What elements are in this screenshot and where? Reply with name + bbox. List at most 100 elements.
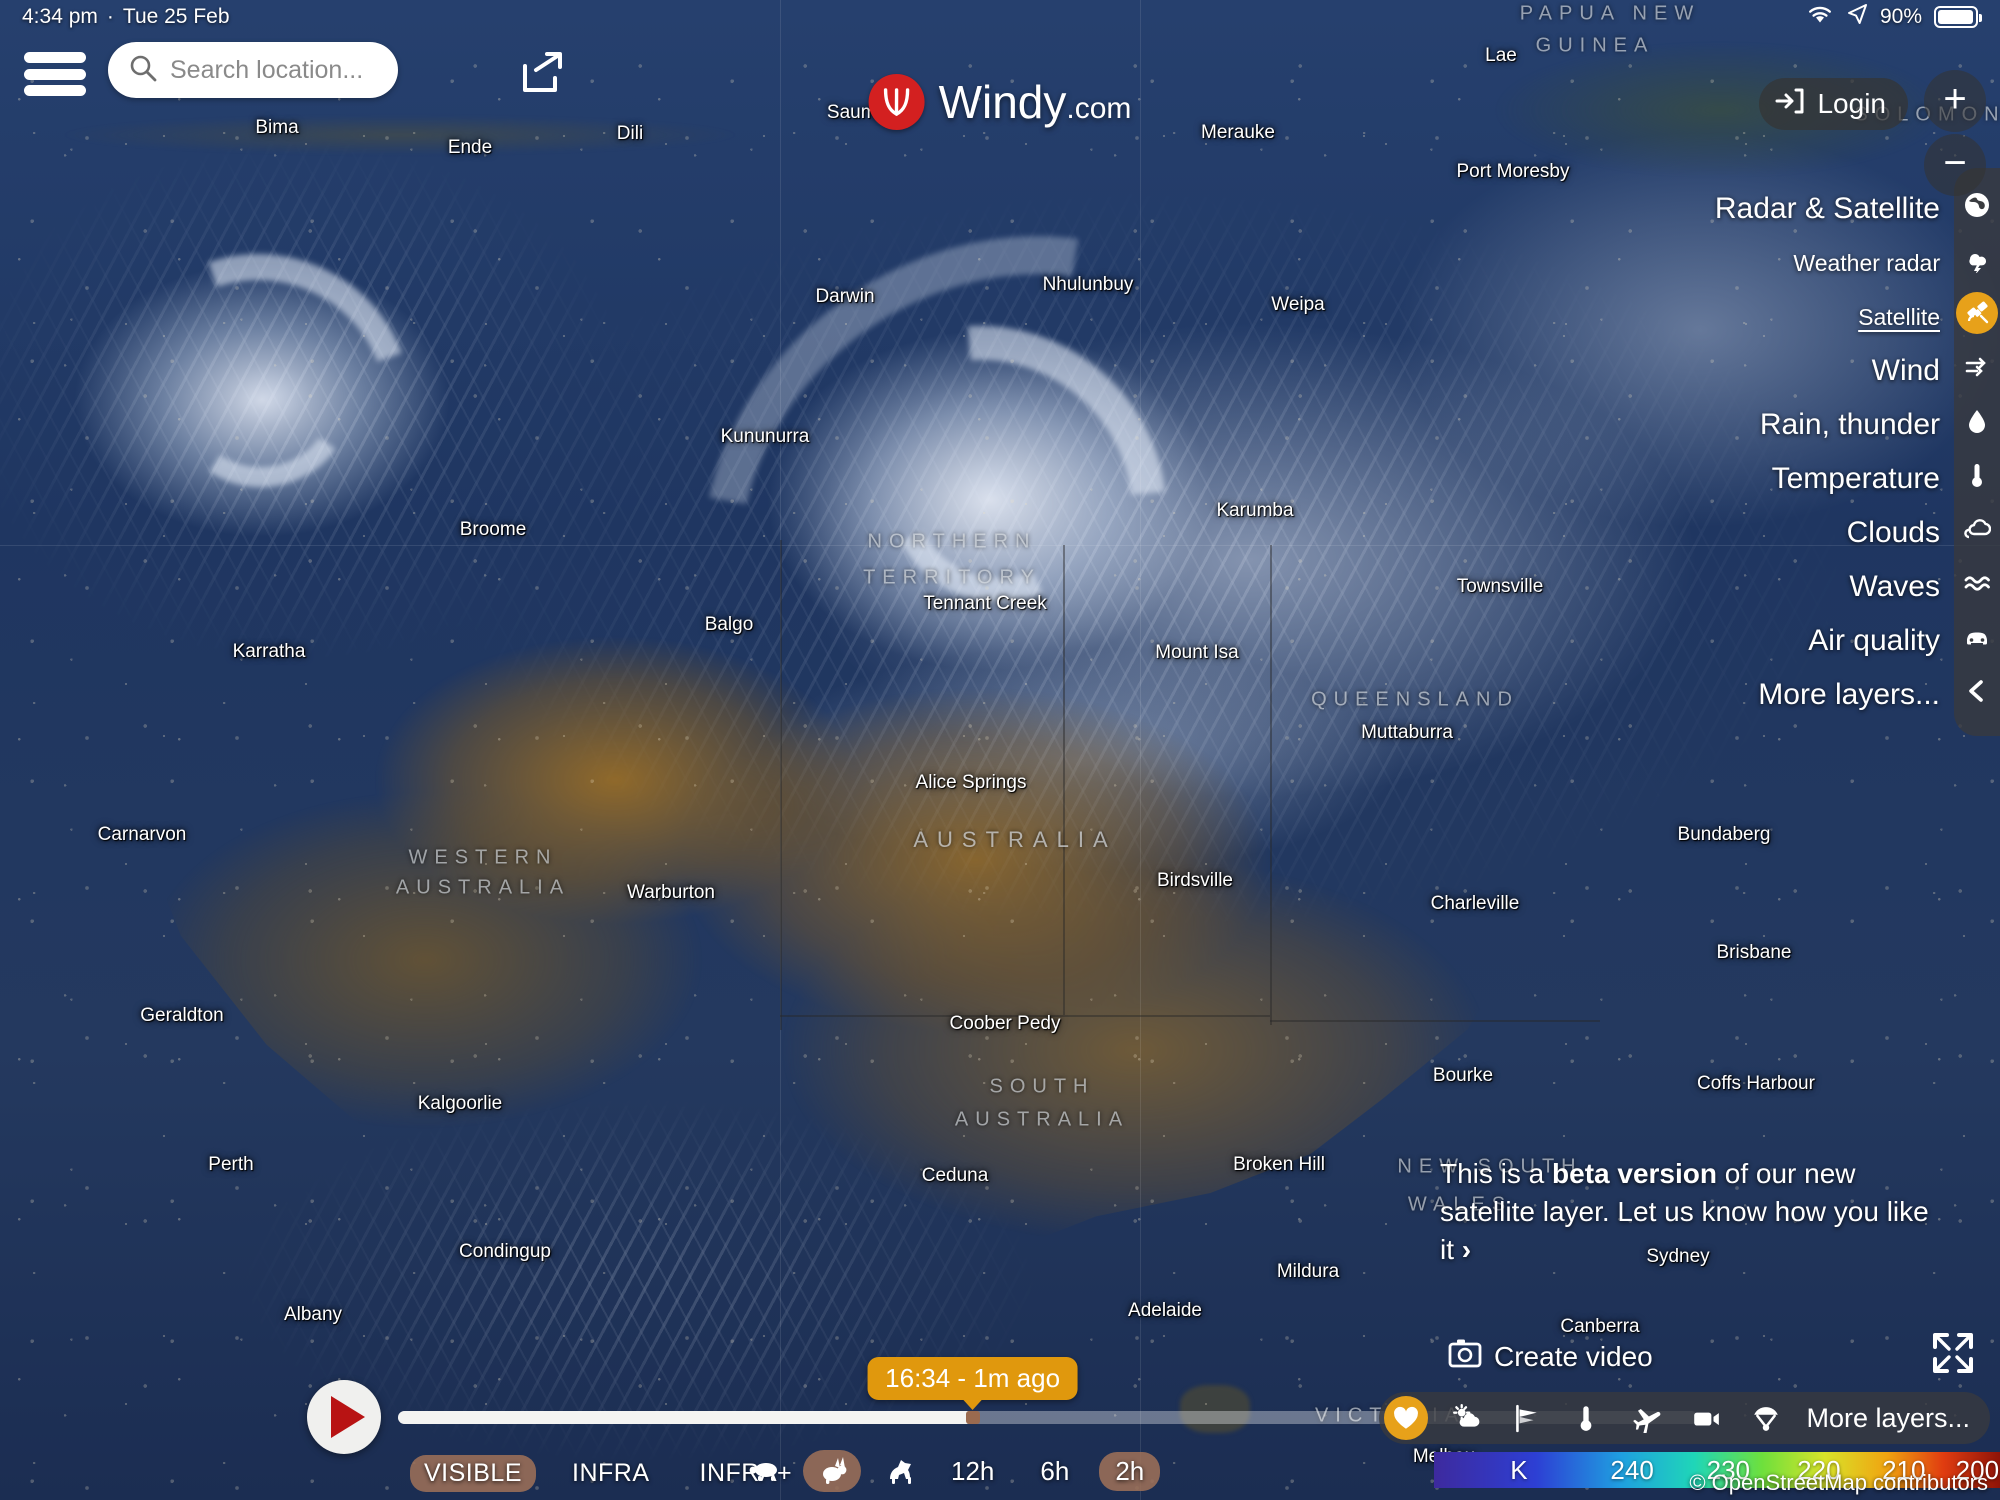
sun-cloud-icon[interactable] (1444, 1396, 1488, 1440)
thermometer-icon[interactable] (1564, 1396, 1608, 1440)
active-layer-puck (1956, 292, 1998, 334)
layer-menu-label-satellite[interactable]: Satellite (1858, 304, 1940, 331)
airplane-icon[interactable] (1624, 1396, 1668, 1440)
legend-unit: K (1510, 1454, 1528, 1485)
zoom-in-button[interactable]: + (1924, 70, 1986, 132)
time-range-6h[interactable]: 6h (1024, 1452, 1085, 1491)
layer-menu-label-weather-radar[interactable]: Weather radar (1793, 250, 1940, 277)
map-region-label: QUEENSLAND (1311, 688, 1519, 711)
state-border (1270, 1020, 1600, 1022)
map-city-label: Karratha (232, 641, 306, 662)
layer-menu-row-waves: Waves (1849, 560, 1940, 614)
waves-icon[interactable] (1954, 556, 2000, 610)
map-region-label: WESTERN (408, 846, 558, 869)
thermometer-icon[interactable] (1954, 448, 2000, 502)
fullscreen-expand-icon[interactable] (1932, 1332, 1974, 1374)
play-button[interactable] (307, 1380, 381, 1454)
map-city-label: Brisbane (1716, 942, 1792, 963)
spectrum-mode-visible[interactable]: VISIBLE (410, 1455, 536, 1492)
map-city-label: Tennant Creek (923, 593, 1047, 614)
status-bar-left: 4:34 pm · Tue 25 Feb (22, 5, 230, 29)
map-city-label: Carnarvon (97, 824, 187, 845)
spectrum-mode-infra[interactable]: INFRA (558, 1455, 664, 1492)
zoom-out-button[interactable]: − (1924, 134, 1986, 196)
login-button[interactable]: Login (1759, 78, 1908, 130)
layer-menu-label-radar-satellite[interactable]: Radar & Satellite (1715, 192, 1940, 226)
wind-icon[interactable] (1954, 340, 2000, 394)
raindrop-icon[interactable] (1954, 394, 2000, 448)
paraglider-icon[interactable] (1744, 1396, 1788, 1440)
layer-menu-row-temperature: Temperature (1772, 452, 1940, 506)
state-border (780, 540, 782, 1030)
map-city-label: Broken Hill (1233, 1154, 1325, 1175)
layer-menu-row-wind: Wind (1872, 344, 1940, 398)
tasmania-landmass (1180, 1385, 1250, 1433)
search-placeholder: Search location... (170, 55, 364, 84)
legend-tick: 240 (1610, 1454, 1654, 1485)
quick-layer-icons (1384, 1396, 1788, 1440)
layer-menu-label-rain-thunder[interactable]: Rain, thunder (1760, 408, 1940, 442)
map-city-label: Bima (255, 117, 299, 138)
car-icon[interactable] (1954, 610, 2000, 664)
map-city-label: Bourke (1432, 1065, 1494, 1086)
windsock-icon[interactable] (1504, 1396, 1548, 1440)
map-city-label: Darwin (815, 286, 875, 307)
webcam-icon[interactable] (1684, 1396, 1728, 1440)
cyclone-spiral-west (64, 205, 460, 595)
layer-menu-label-more-layers[interactable]: More layers... (1758, 678, 1940, 712)
time-range-2h[interactable]: 2h (1099, 1452, 1161, 1491)
turtle-icon[interactable] (735, 1450, 793, 1492)
map-city-label: Weipa (1271, 294, 1325, 315)
windy-brand[interactable]: Windy .com (868, 74, 1132, 130)
map-city-label: Nhulunbuy (1042, 274, 1134, 295)
layer-menu-label-wind[interactable]: Wind (1872, 354, 1940, 388)
horse-icon[interactable] (871, 1450, 929, 1492)
create-video-button[interactable]: Create video (1448, 1338, 1653, 1375)
brand-suffix: .com (1066, 92, 1132, 125)
map-city-label: Broome (459, 519, 527, 540)
timeline-progress-fill (398, 1411, 973, 1424)
graticule-line (1140, 0, 1141, 1500)
brand-text: Windy .com (939, 75, 1132, 129)
map-city-label: Coober Pedy (949, 1013, 1061, 1034)
battery-icon (1934, 6, 1982, 28)
chevron-right-icon[interactable]: › (1462, 1234, 1471, 1265)
timeline-handle[interactable] (965, 1411, 980, 1424)
heart-icon[interactable] (1384, 1396, 1429, 1440)
layer-menu-row-weather-radar: Weather radar (1793, 236, 1940, 290)
layer-menu-label-waves[interactable]: Waves (1849, 570, 1940, 604)
search-icon (128, 53, 158, 88)
map-city-label: Balgo (704, 614, 754, 635)
windy-logo-icon (868, 74, 925, 130)
layer-menu-label-clouds[interactable]: Clouds (1847, 516, 1940, 550)
layer-menu-label-air-quality[interactable]: Air quality (1808, 624, 1940, 658)
animation-speed-group (735, 1450, 929, 1492)
satellite-icon[interactable] (1954, 286, 2000, 340)
cloud-icon[interactable] (1954, 502, 2000, 556)
time-range-12h[interactable]: 12h (935, 1452, 1010, 1491)
map-city-label: Mount Isa (1155, 642, 1239, 663)
hamburger-bar (24, 85, 86, 96)
status-time: 4:34 pm (22, 5, 98, 28)
windy-app-window: Bima Ende Dili Saumlaki Merauke Lae Port Mores… (0, 0, 2000, 1500)
rabbit-icon[interactable] (803, 1450, 861, 1492)
layer-menu-row-rain-thunder: Rain, thunder (1760, 398, 1940, 452)
search-input[interactable]: Search location... (108, 42, 398, 98)
quick-layers-more-button[interactable]: More layers... (1806, 1403, 1970, 1434)
hamburger-menu-icon[interactable] (24, 52, 86, 96)
map-country-label: AUSTRALIA (913, 827, 1117, 852)
status-date: Tue 25 Feb (122, 5, 230, 28)
beta-version-banner[interactable]: This is a beta version of our new satell… (1440, 1155, 1940, 1269)
thunderstorm-icon[interactable] (1954, 232, 2000, 286)
hamburger-bar (24, 52, 86, 63)
map-city-label: Muttaburra (1361, 722, 1453, 743)
wifi-icon (1806, 3, 1834, 31)
share-icon[interactable] (521, 52, 565, 94)
map-city-label: Charleville (1430, 893, 1520, 914)
login-label: Login (1817, 88, 1886, 119)
layer-menu-label-temperature[interactable]: Temperature (1772, 462, 1940, 496)
satellite-map-canvas[interactable]: Bima Ende Dili Saumlaki Merauke Lae Port Mores… (0, 0, 2000, 1500)
layer-menu-row-satellite: Satellite (1858, 290, 1940, 344)
chevron-left-icon[interactable] (1954, 664, 2000, 718)
map-region-label: NORTHERN (867, 530, 1037, 553)
